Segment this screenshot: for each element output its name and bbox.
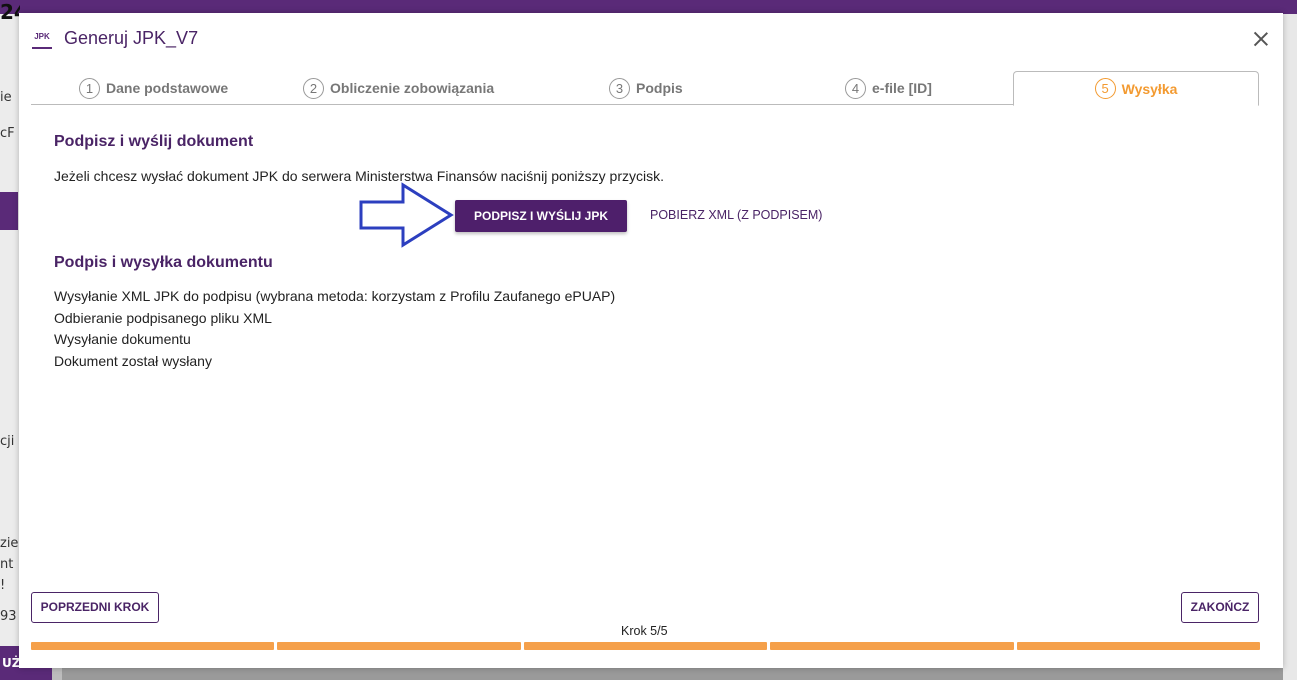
background-text: ie [0, 90, 12, 105]
progress-segment [31, 642, 275, 650]
progress-segment [277, 642, 521, 650]
progress-segment [523, 642, 768, 650]
step-number: 4 [845, 77, 866, 99]
tab-label: Obliczenie zobowiązania [330, 80, 495, 96]
modal-header: JPK Generuj JPK_V7 [19, 13, 1283, 69]
step-number: 3 [609, 77, 630, 99]
close-icon[interactable] [1251, 29, 1271, 49]
tab-step-1[interactable]: 1 Dane podstawowe [79, 71, 249, 105]
progress-segment [770, 642, 1014, 650]
generate-jpk-modal: JPK Generuj JPK_V7 1 Dane podstawowe 2 O… [19, 13, 1283, 668]
background-active-item [0, 192, 18, 230]
log-line: Dokument został wysłany [54, 352, 212, 369]
tab-step-2[interactable]: 2 Obliczenie zobowiązania [303, 71, 523, 105]
tab-label: e-file [ID] [872, 80, 932, 96]
status-log: Wysyłanie XML JPK do podpisu (wybrana me… [54, 286, 954, 372]
tab-step-5[interactable]: 5 Wysyłka [1013, 71, 1259, 106]
download-xml-button[interactable]: POBIERZ XML (Z PODPISEM) [650, 208, 822, 222]
step-number: 5 [1094, 78, 1116, 99]
background-logo: 24 [0, 0, 20, 24]
tab-step-3[interactable]: 3 Podpis [609, 71, 699, 105]
background-text: cji [0, 434, 15, 449]
arrow-right-icon [359, 182, 454, 248]
log-line: Wysyłanie dokumentu [54, 331, 191, 347]
wizard-steps: 1 Dane podstawowe 2 Obliczenie zobowiąza… [31, 71, 1259, 106]
sign-and-send-button[interactable]: PODPISZ I WYŚLIJ JPK [455, 200, 627, 232]
section-title-status: Podpis i wysyłka dokumentu [54, 254, 273, 271]
jpk-icon: JPK [32, 31, 52, 49]
tab-label: Dane podstawowe [106, 80, 229, 96]
modal-title: Generuj JPK_V7 [64, 28, 199, 48]
progress-segment [1016, 642, 1261, 650]
background-text: nt k [0, 557, 18, 572]
step-number: 1 [79, 77, 100, 99]
finish-button[interactable]: ZAKOŃCZ [1181, 592, 1259, 623]
log-line: Odbieranie podpisanego pliku XML [54, 309, 272, 326]
log-line: Wysyłanie XML JPK do podpisu (wybrana me… [54, 288, 616, 304]
background-text: zie [0, 536, 18, 551]
background-text: cF [0, 126, 15, 141]
step-number: 2 [303, 77, 324, 99]
section-title-sign-send: Podpisz i wyślij dokument [54, 133, 254, 150]
step-counter: Krok 5/5 [621, 624, 668, 638]
background-topbar [0, 0, 1297, 14]
tab-label: Podpis [636, 80, 683, 96]
background-text: ! [0, 578, 6, 593]
background-text: 93 [0, 609, 17, 624]
background-right-edge [1283, 14, 1297, 680]
progress-bar [31, 642, 1261, 650]
tab-label: Wysyłka [1121, 80, 1178, 97]
previous-step-button[interactable]: POPRZEDNI KROK [31, 592, 159, 623]
tab-step-4[interactable]: 4 e-file [ID] [845, 71, 955, 105]
